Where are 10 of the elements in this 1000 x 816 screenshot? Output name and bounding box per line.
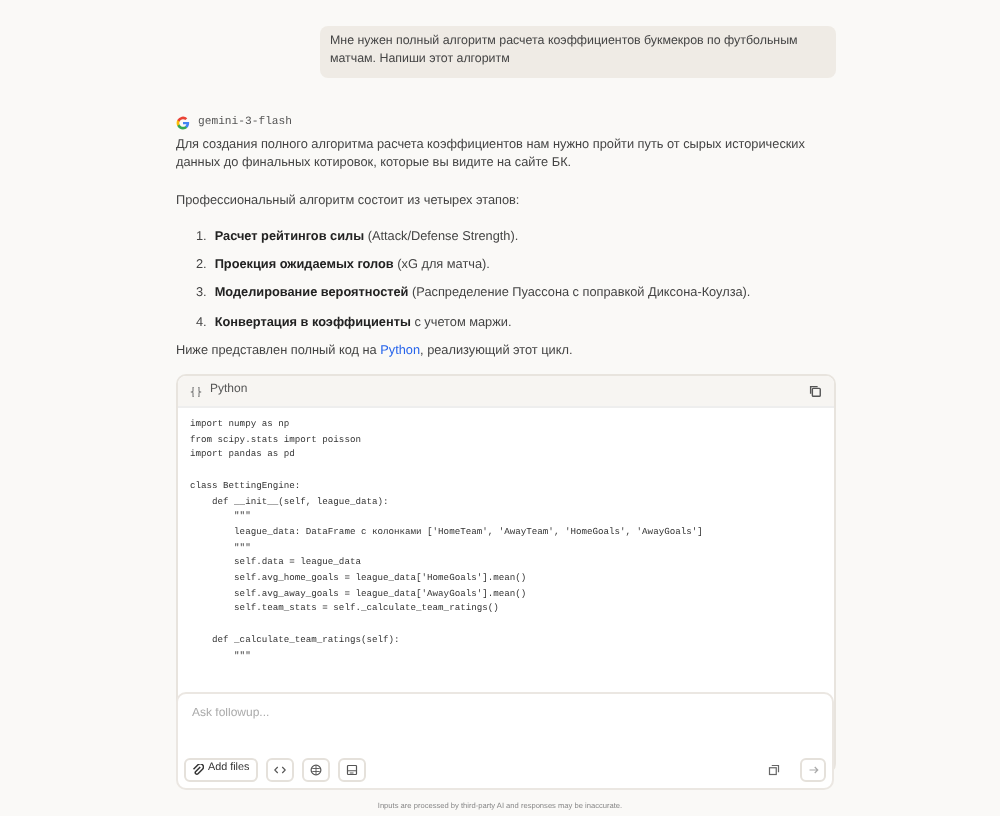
layout-button[interactable] <box>337 758 366 782</box>
paperclip-icon <box>192 764 204 776</box>
code-button[interactable] <box>265 758 294 782</box>
code-icon <box>273 764 286 776</box>
google-logo-icon <box>176 115 190 130</box>
expand-icon[interactable] <box>768 764 780 776</box>
braces-icon <box>190 385 202 398</box>
layout-icon <box>345 764 358 776</box>
copy-icon[interactable] <box>808 384 822 399</box>
arrow-right-icon <box>807 764 819 776</box>
